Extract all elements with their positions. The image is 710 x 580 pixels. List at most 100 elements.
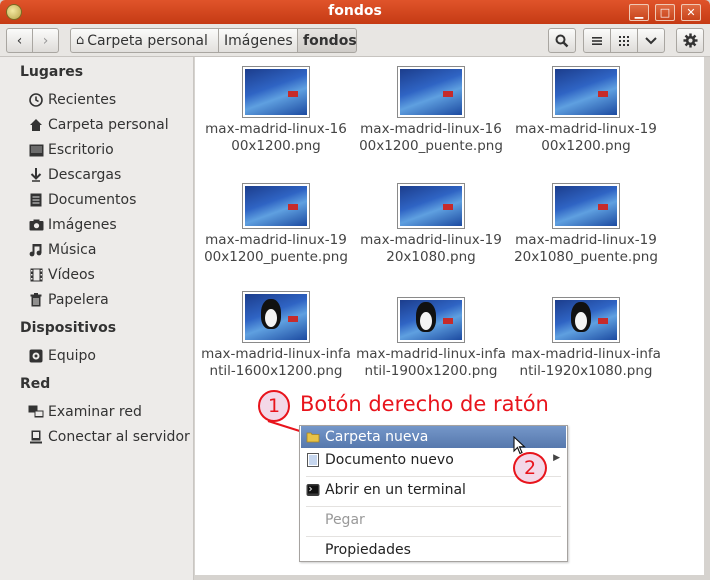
- file-thumbnail: [552, 66, 620, 118]
- folder-icon: [306, 432, 320, 443]
- sidebar-item-desktop[interactable]: Escritorio: [28, 139, 114, 161]
- sidebar-heading-network: Red: [20, 376, 51, 392]
- music-icon: [28, 242, 44, 258]
- file-thumbnail: [242, 183, 310, 229]
- close-button[interactable]: ✕: [681, 4, 701, 21]
- sidebar-item-label: Equipo: [48, 348, 96, 364]
- step-marker-2: 2: [513, 452, 547, 484]
- menu-item-label: Documento nuevo: [325, 452, 454, 468]
- chevron-right-icon: ›: [42, 32, 49, 49]
- sidebar-item-home[interactable]: Carpeta personal: [28, 114, 169, 136]
- computer-icon: [28, 348, 44, 364]
- file-name: max-madrid-linux-1600x1200.png: [205, 121, 347, 154]
- list-view-button[interactable]: [583, 28, 611, 53]
- trash-icon: [28, 292, 44, 308]
- file-item[interactable]: max-madrid-linux-infantil-1600x1200.png: [201, 291, 351, 380]
- breadcrumb-label: Imágenes: [224, 32, 293, 49]
- sidebar-item-label: Papelera: [48, 292, 109, 308]
- sidebar-item-label: Carpeta personal: [48, 117, 169, 133]
- maximize-button[interactable]: □: [655, 4, 675, 21]
- menu-separator: [306, 536, 561, 537]
- annotation-text: Botón derecho de ratón: [300, 392, 549, 416]
- home-icon: [28, 117, 44, 133]
- file-thumbnail: [397, 183, 465, 229]
- search-icon: [555, 34, 569, 47]
- back-button[interactable]: ‹: [6, 28, 33, 53]
- breadcrumb-current[interactable]: fondos: [297, 28, 357, 53]
- grid-view-icon: [619, 35, 629, 46]
- document-icon: [307, 453, 319, 467]
- terminal-icon: [306, 484, 320, 496]
- menu-item-label: Pegar: [325, 512, 365, 528]
- clock-icon: [28, 92, 44, 108]
- film-icon: [28, 267, 44, 283]
- sidebar-item-documents[interactable]: Documentos: [28, 189, 136, 211]
- minimize-button[interactable]: ▁: [629, 4, 649, 21]
- file-item[interactable]: max-madrid-linux-infantil-1900x1200.png: [356, 297, 506, 380]
- file-name: max-madrid-linux-1900x1200_puente.png: [204, 232, 348, 265]
- window-title: fondos: [328, 3, 382, 19]
- file-item[interactable]: max-madrid-linux-1920x1080_puente.png: [511, 183, 661, 266]
- desktop-icon: [28, 142, 44, 158]
- network-icon: [28, 404, 44, 420]
- file-item[interactable]: max-madrid-linux-1600x1200_puente.png: [356, 66, 506, 155]
- file-thumbnail: [397, 297, 465, 343]
- list-view-icon: [592, 36, 602, 45]
- forward-button[interactable]: ›: [32, 28, 59, 53]
- sidebar-heading-devices: Dispositivos: [20, 320, 117, 336]
- file-thumbnail: [552, 183, 620, 229]
- menu-item-label: Carpeta nueva: [325, 429, 429, 445]
- file-name: max-madrid-linux-infantil-1600x1200.png: [201, 346, 351, 379]
- grid-view-button[interactable]: [610, 28, 638, 53]
- toolbar: ‹ › ⌂ Carpeta personal Imágenes fondos: [0, 24, 710, 57]
- gear-icon: [682, 33, 698, 48]
- server-icon: [28, 429, 44, 445]
- document-icon: [28, 192, 44, 208]
- search-button[interactable]: [548, 28, 576, 53]
- sidebar-item-music[interactable]: Música: [28, 239, 96, 261]
- file-item[interactable]: max-madrid-linux-1920x1080.png: [356, 183, 506, 266]
- file-name: max-madrid-linux-1900x1200.png: [515, 121, 657, 154]
- sidebar-item-label: Escritorio: [48, 142, 114, 158]
- sidebar-item-trash[interactable]: Papelera: [28, 289, 109, 311]
- home-icon: ⌂: [76, 33, 85, 48]
- file-item[interactable]: max-madrid-linux-1900x1200_puente.png: [201, 183, 351, 266]
- menu-item-label: Propiedades: [325, 542, 411, 558]
- sidebar-item-label: Conectar al servidor: [48, 429, 190, 445]
- file-name: max-madrid-linux-infantil-1920x1080.png: [511, 346, 661, 379]
- file-item[interactable]: max-madrid-linux-1600x1200.png: [201, 66, 351, 155]
- sidebar-item-label: Recientes: [48, 92, 117, 108]
- file-thumbnail: [552, 297, 620, 343]
- file-name: max-madrid-linux-1600x1200_puente.png: [359, 121, 503, 154]
- file-thumbnail: [242, 66, 310, 118]
- sidebar-item-connect-server[interactable]: Conectar al servidor: [28, 426, 190, 448]
- download-icon: [28, 167, 44, 183]
- sidebar-item-browse-network[interactable]: Examinar red: [28, 401, 142, 423]
- view-options-button[interactable]: [637, 28, 665, 53]
- sidebar-heading-places: Lugares: [20, 64, 84, 80]
- breadcrumb-label: fondos: [303, 32, 357, 49]
- file-name: max-madrid-linux-infantil-1900x1200.png: [356, 346, 506, 379]
- sidebar-item-downloads[interactable]: Descargas: [28, 164, 121, 186]
- menu-item-paste[interactable]: Pegar: [301, 509, 566, 531]
- breadcrumb-home[interactable]: ⌂ Carpeta personal: [70, 28, 219, 53]
- menu-item-label: Abrir en un terminal: [325, 482, 466, 498]
- breadcrumb-images[interactable]: Imágenes: [218, 28, 298, 53]
- sidebar-item-recent[interactable]: Recientes: [28, 89, 116, 111]
- breadcrumb-label: Carpeta personal: [87, 32, 208, 49]
- menu-item-properties[interactable]: Propiedades: [301, 539, 566, 561]
- file-name: max-madrid-linux-1920x1080_puente.png: [514, 232, 658, 265]
- context-menu: Carpeta nueva Documento nuevo ▶ Abrir en…: [299, 425, 568, 562]
- sidebar: Lugares Recientes Carpeta personal Escri…: [0, 57, 194, 580]
- sidebar-item-computer[interactable]: Equipo: [28, 345, 96, 367]
- sidebar-item-label: Descargas: [48, 167, 122, 183]
- file-item[interactable]: max-madrid-linux-infantil-1920x1080.png: [511, 297, 661, 380]
- sidebar-item-videos[interactable]: Vídeos: [28, 264, 95, 286]
- menu-separator: [306, 506, 561, 507]
- file-item[interactable]: max-madrid-linux-1900x1200.png: [511, 66, 661, 155]
- camera-icon: [28, 217, 44, 233]
- sidebar-item-images[interactable]: Imágenes: [28, 214, 117, 236]
- settings-button[interactable]: [676, 28, 704, 53]
- submenu-arrow-icon: ▶: [553, 453, 560, 463]
- title-bar: fondos ▁ □ ✕: [0, 0, 710, 24]
